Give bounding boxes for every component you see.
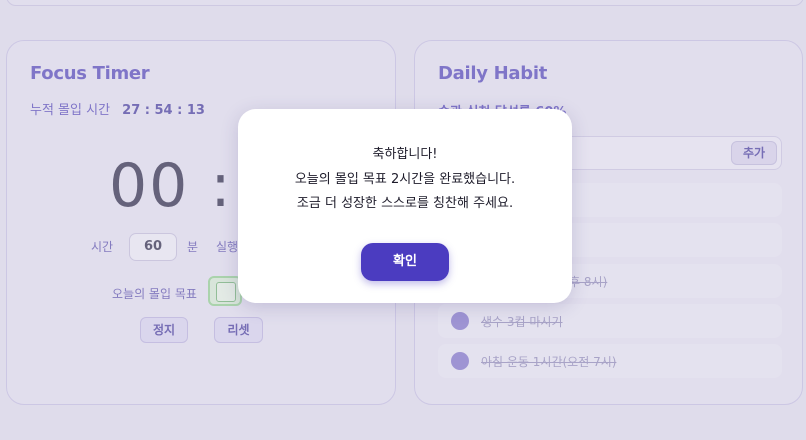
confirm-button[interactable]: 확인 bbox=[361, 243, 449, 281]
goal-complete-dialog: 축하합니다! 오늘의 몰입 목표 2시간을 완료했습니다. 조금 더 성장한 스… bbox=[238, 109, 572, 303]
dialog-message: 오늘의 몰입 목표 2시간을 완료했습니다. bbox=[294, 172, 516, 187]
dialog-heading: 축하합니다! bbox=[372, 147, 438, 162]
dialog-message-sub: 조금 더 성장한 스스로를 칭찬해 주세요. bbox=[296, 196, 514, 211]
